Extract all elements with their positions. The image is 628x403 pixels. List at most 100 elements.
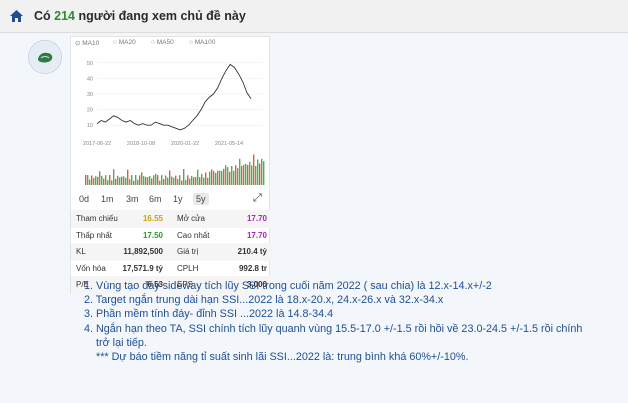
volume-bar bbox=[229, 171, 231, 185]
volume-bar bbox=[219, 170, 221, 185]
volume-bar bbox=[249, 161, 251, 185]
volume-bar bbox=[175, 175, 177, 185]
timeframe-6m[interactable]: 6m bbox=[149, 194, 162, 204]
volume-bar bbox=[195, 176, 197, 185]
volume-bar bbox=[183, 169, 185, 185]
volume-bar bbox=[205, 172, 207, 185]
stat-label: Vốn hóa bbox=[76, 263, 106, 273]
volume-bar bbox=[235, 165, 237, 185]
volume-bar bbox=[185, 179, 187, 185]
volume-bar bbox=[129, 179, 131, 185]
volume-bar bbox=[107, 180, 109, 185]
stat-value: 210.4 tỷ bbox=[237, 247, 267, 256]
volume-bar bbox=[113, 169, 115, 185]
y-tick-label: 30 bbox=[87, 92, 93, 98]
volume-bar bbox=[163, 179, 165, 185]
x-tick-label: 2017-06-22 bbox=[83, 141, 111, 147]
y-tick-label: 50 bbox=[87, 61, 93, 67]
volume-bar bbox=[189, 178, 191, 185]
volume-bar bbox=[95, 176, 97, 185]
post-content: 1. Vùng tạo đáy sideway tích lũy SSI tro… bbox=[84, 279, 604, 364]
volume-bar bbox=[97, 176, 99, 185]
stats-row: Thấp nhất 17.50 Cao nhất 17.70 bbox=[71, 227, 271, 245]
volume-bar bbox=[259, 163, 261, 185]
volume-bar bbox=[91, 175, 93, 185]
volume-bar bbox=[87, 175, 89, 185]
stat-value: 992.8 tr bbox=[238, 263, 267, 273]
volume-bar bbox=[147, 177, 149, 185]
stat-value: 11,892,500 bbox=[123, 247, 163, 256]
stat-value: 17.70 bbox=[246, 214, 267, 223]
legend-item-ma50[interactable]: ○ MA50 bbox=[151, 39, 174, 46]
volume-bar bbox=[145, 176, 147, 185]
volume-bar bbox=[179, 175, 181, 185]
volume-bar bbox=[177, 179, 179, 185]
list-item: 4. Ngắn hạn theo TA, SSI chính tích lũy … bbox=[84, 322, 583, 335]
volume-bar bbox=[127, 169, 129, 185]
volume-bar bbox=[187, 175, 189, 185]
volume-bar bbox=[181, 180, 183, 185]
stat-value: 17.50 bbox=[142, 230, 163, 240]
volume-bar bbox=[115, 178, 117, 185]
volume-bar bbox=[93, 178, 95, 185]
y-tick-label: 20 bbox=[87, 108, 93, 114]
topbar: Có 214 người đang xem chủ đề này bbox=[0, 0, 628, 33]
list-item: 2. Target ngắn trung dài hạn SSI...2022 … bbox=[84, 294, 444, 307]
volume-bar bbox=[137, 179, 139, 185]
stats-row: KL 11,892,500 Giá trị 210.4 tỷ bbox=[71, 243, 271, 261]
volume-bar bbox=[213, 171, 215, 185]
volume-bar bbox=[135, 175, 137, 185]
volume-bar bbox=[251, 165, 253, 185]
volume-bar bbox=[159, 180, 161, 185]
x-tick-label: 2018-10-08 bbox=[127, 141, 155, 147]
volume-bar bbox=[211, 169, 213, 185]
volume-bar bbox=[89, 179, 91, 185]
price-line bbox=[96, 63, 252, 131]
viewer-count: 214 bbox=[54, 9, 76, 23]
volume-bar bbox=[153, 175, 155, 185]
volume-bar bbox=[253, 154, 255, 185]
volume-bar bbox=[141, 172, 143, 185]
stats-row: Vốn hóa 17,571.9 tỷ CPLH 992.8 tr bbox=[71, 260, 271, 278]
volume-bar bbox=[125, 177, 127, 185]
volume-bar bbox=[103, 178, 105, 185]
volume-bar bbox=[101, 175, 103, 185]
volume-bar bbox=[223, 168, 225, 185]
list-item: 3. Phần mềm tính đáy- đỉnh SSI ...2022 l… bbox=[84, 308, 334, 321]
timeframe-5y[interactable]: 5y bbox=[193, 193, 209, 205]
timeframe-0d[interactable]: 0d bbox=[79, 194, 89, 204]
volume-bar bbox=[257, 159, 259, 185]
volume-bar bbox=[225, 165, 227, 185]
legend-item-ma100[interactable]: ○ MA100 bbox=[189, 39, 215, 46]
volume-bar bbox=[99, 171, 101, 185]
volume-bar bbox=[215, 172, 217, 185]
volume-bar bbox=[155, 173, 157, 185]
forecast-list: 1. Vùng tạo đáy sideway tích lũy SSI tro… bbox=[84, 279, 604, 364]
volume-bar bbox=[245, 163, 247, 185]
stat-value: 16.55 bbox=[142, 214, 163, 223]
volume-bar bbox=[111, 180, 113, 185]
timeframe-1m[interactable]: 1m bbox=[101, 194, 114, 204]
y-tick-label: 10 bbox=[87, 123, 93, 129]
x-tick-label: 2021-05-14 bbox=[215, 141, 243, 147]
chart-legend: ⊙ MA10 ○ MA20 ○ MA50 ○ MA100 bbox=[71, 39, 271, 49]
volume-bar bbox=[209, 171, 211, 185]
price-chart[interactable]: 10 20 30 40 50 2017-06-22 2018-10-08 2020-01-22… bbox=[71, 49, 271, 189]
y-tick-label: 40 bbox=[87, 76, 93, 82]
volume-bar bbox=[239, 158, 241, 185]
list-item: 1. Vùng tạo đáy sideway tích lũy SSI tro… bbox=[84, 280, 492, 292]
volume-bar bbox=[123, 176, 125, 185]
avatar[interactable] bbox=[28, 40, 62, 74]
volume-bar bbox=[255, 165, 257, 185]
home-icon[interactable] bbox=[10, 10, 23, 22]
timeframe-1y[interactable]: 1y bbox=[173, 194, 183, 204]
volume-bar bbox=[237, 168, 239, 185]
timeframe-3m[interactable]: 3m bbox=[126, 194, 139, 204]
legend-item-ma20[interactable]: ○ MA20 bbox=[113, 39, 136, 46]
volume-bar bbox=[207, 177, 209, 185]
expand-icon[interactable]: ⤢ bbox=[253, 192, 262, 205]
volume-bar bbox=[161, 175, 163, 185]
legend-item-ma10[interactable]: ⊙ MA10 bbox=[75, 39, 99, 47]
volume-bar bbox=[167, 177, 169, 185]
volume-bar bbox=[227, 167, 229, 185]
